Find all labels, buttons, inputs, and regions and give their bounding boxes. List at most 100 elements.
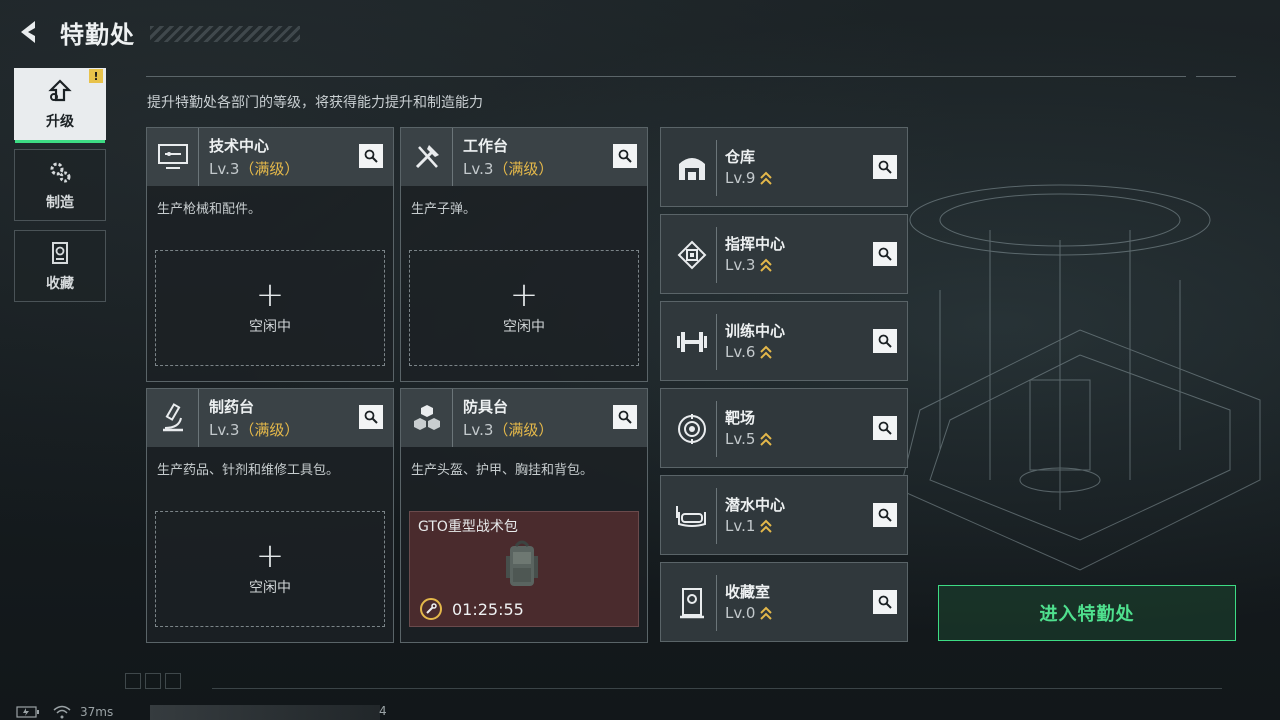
divider — [1196, 76, 1236, 77]
facility-row-diving-center[interactable]: 潜水中心 Lv.1 — [660, 475, 908, 555]
card-header: 技术中心 Lv.3（满级） — [147, 128, 393, 186]
magnifier-icon — [618, 410, 632, 424]
active-craft-slot[interactable]: GTO重型战术包 01:25:55 — [409, 511, 639, 627]
facility-level: Lv.6 — [725, 343, 773, 361]
facility-name: 防具台 — [463, 398, 509, 416]
facility-row-warehouse[interactable]: 仓库 Lv.9 — [660, 127, 908, 207]
max-level-tag: （满级） — [239, 421, 300, 439]
idle-production-slot[interactable]: + 空闲中 — [155, 511, 385, 627]
back-button[interactable] — [14, 17, 44, 47]
facility-level: Lv.3（满级） — [209, 421, 300, 439]
title-decoration — [150, 26, 300, 42]
tab-upgrade[interactable]: ! 升级 — [14, 68, 106, 143]
facility-card-armor-bench: 防具台 Lv.3（满级） 生产头盔、护甲、胸挂和背包。 GTO重型战术包 01:… — [400, 388, 648, 643]
craft-item-name: GTO重型战术包 — [418, 519, 518, 535]
inspect-button[interactable] — [873, 242, 897, 266]
facility-description: 生产药品、针剂和维修工具包。 — [157, 463, 340, 478]
inspect-button[interactable] — [873, 416, 897, 440]
header: 特勤处 — [14, 14, 135, 50]
cubes-icon — [401, 389, 453, 447]
side-nav: ! 升级 制造 收藏 — [14, 68, 106, 311]
facility-card-tech-center: 技术中心 Lv.3（满级） 生产枪械和配件。 + 空闲中 — [146, 127, 394, 382]
facility-level: Lv.3（满级） — [463, 160, 554, 178]
plus-icon: + — [255, 275, 285, 315]
status-bar: 37ms — [16, 704, 113, 720]
facility-card-workbench: 工作台 Lv.3（满级） 生产子弹。 + 空闲中 — [400, 127, 648, 382]
card-header: 制药台 Lv.3（满级） — [147, 389, 393, 447]
max-level-tag: （满级） — [239, 160, 300, 178]
facility-description: 生产子弹。 — [411, 202, 477, 217]
slot-status: 空闲中 — [249, 580, 291, 596]
upgrade-chevron-icon — [760, 519, 773, 533]
dumbbell-icon — [667, 314, 717, 370]
plus-icon: + — [255, 536, 285, 576]
divider — [212, 688, 1222, 689]
magnifier-icon — [878, 160, 892, 174]
facility-card-pharmacy: 制药台 Lv.3（满级） 生产药品、针剂和维修工具包。 + 空闲中 — [146, 388, 394, 643]
facility-level: Lv.3 — [725, 256, 773, 274]
plus-icon: + — [509, 275, 539, 315]
tab-collection[interactable]: 收藏 — [14, 230, 106, 302]
deco-box — [165, 673, 181, 689]
craft-time-remaining: 01:25:55 — [452, 599, 524, 619]
facility-level: Lv.0 — [725, 604, 773, 622]
max-level-tag: （满级） — [493, 160, 554, 178]
slot-status: 空闲中 — [503, 319, 545, 335]
facility-description: 生产枪械和配件。 — [157, 202, 262, 217]
display-case-icon — [667, 575, 717, 631]
facility-name: 收藏室 — [725, 583, 771, 601]
facility-name: 靶场 — [725, 409, 756, 427]
inspect-button[interactable] — [359, 144, 383, 168]
inspect-button[interactable] — [873, 329, 897, 353]
facility-row-command-center[interactable]: 指挥中心 Lv.3 — [660, 214, 908, 294]
facility-name: 制药台 — [209, 398, 255, 416]
tab-craft-label: 制造 — [46, 195, 74, 211]
magnifier-icon — [878, 508, 892, 522]
facility-row-shooting-range[interactable]: 靶场 Lv.5 — [660, 388, 908, 468]
collection-icon — [46, 239, 74, 267]
facility-level: Lv.9 — [725, 169, 773, 187]
facility-row-training-center[interactable]: 训练中心 Lv.6 — [660, 301, 908, 381]
facility-name: 技术中心 — [209, 137, 270, 155]
upgrade-chevron-icon — [760, 606, 773, 620]
chip-icon — [667, 227, 717, 283]
magnifier-icon — [878, 595, 892, 609]
tab-craft[interactable]: 制造 — [14, 149, 106, 221]
player-id-tail: 4 — [379, 704, 387, 718]
page-title: 特勤处 — [60, 20, 135, 49]
magnifier-icon — [878, 247, 892, 261]
wifi-icon — [53, 705, 71, 719]
facility-level: Lv.1 — [725, 517, 773, 535]
warehouse-icon — [667, 140, 717, 196]
facility-name: 仓库 — [725, 148, 756, 166]
player-id-blurred — [150, 705, 380, 720]
enter-button-label: 进入特勤处 — [1039, 604, 1135, 625]
inspect-button[interactable] — [613, 405, 637, 429]
enter-special-ops-button[interactable]: 进入特勤处 — [938, 585, 1236, 641]
upgrade-icon — [46, 77, 74, 105]
facility-blueprint-image — [899, 184, 1261, 571]
card-header: 防具台 Lv.3（满级） — [401, 389, 647, 447]
facility-name: 指挥中心 — [725, 235, 786, 253]
battery-icon — [16, 706, 39, 718]
inspect-button[interactable] — [359, 405, 383, 429]
inspect-button[interactable] — [873, 590, 897, 614]
facility-row-collection-room[interactable]: 收藏室 Lv.0 — [660, 562, 908, 642]
inspect-button[interactable] — [873, 503, 897, 527]
deco-box — [145, 673, 161, 689]
idle-production-slot[interactable]: + 空闲中 — [155, 250, 385, 366]
idle-production-slot[interactable]: + 空闲中 — [409, 250, 639, 366]
inspect-button[interactable] — [613, 144, 637, 168]
inspect-button[interactable] — [873, 155, 897, 179]
divider — [146, 76, 1186, 77]
alert-badge: ! — [89, 69, 103, 83]
craft-timer: 01:25:55 — [420, 598, 524, 620]
facility-level: Lv.3（满级） — [209, 160, 300, 178]
facility-name: 潜水中心 — [725, 496, 786, 514]
tab-upgrade-label: 升级 — [46, 114, 74, 130]
tab-collection-label: 收藏 — [46, 276, 74, 292]
upgrade-chevron-icon — [760, 345, 773, 359]
upgrade-chevron-icon — [760, 258, 773, 272]
upgrade-chevron-icon — [760, 171, 773, 185]
corner-decoration — [125, 673, 181, 689]
